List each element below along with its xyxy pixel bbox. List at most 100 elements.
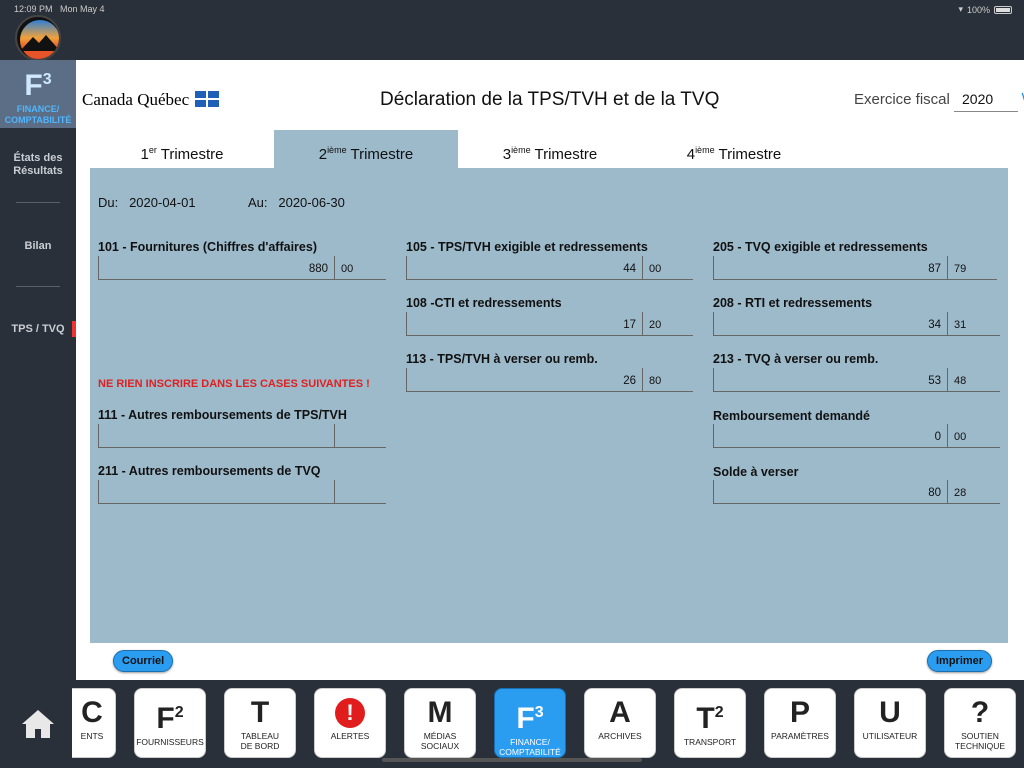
sidebar-item-tps-tvq[interactable]: TPS / TVQ — [0, 323, 76, 336]
brand-quebec: Québec — [137, 90, 190, 109]
field-108[interactable]: 17 20 — [406, 312, 693, 336]
field-105-cents[interactable]: 00 — [643, 256, 661, 275]
field-205-dollars[interactable]: 87 — [714, 256, 948, 279]
fiscal-year-value: 2020 — [962, 91, 994, 107]
wifi-icon: ▾ — [958, 4, 963, 14]
balance-due-dollars[interactable]: 80 — [714, 480, 948, 503]
field-211-cents[interactable] — [335, 480, 341, 487]
field-211-label: 211 - Autres remboursements de TVQ — [98, 464, 321, 478]
period-end: Au: 2020-06-30 — [248, 195, 345, 210]
field-101[interactable]: 880 00 — [98, 256, 386, 280]
field-111[interactable] — [98, 424, 386, 448]
period-start-value: 2020-04-01 — [129, 195, 196, 210]
dock-transport[interactable]: T2 TRANSPORT — [674, 688, 746, 758]
tab-quarter-4[interactable]: 4ième Trimestre — [642, 130, 826, 170]
balance-due-label: Solde à verser — [713, 465, 799, 479]
period-end-label: Au: — [248, 195, 268, 210]
mountain-logo-icon — [20, 20, 59, 59]
dock-utilisateur[interactable]: U UTILISATEUR — [854, 688, 926, 758]
page-title: Déclaration de la TPS/TVH et de la TVQ — [380, 89, 720, 110]
main-panel: Canada Québec Déclaration de la TPS/TVH … — [76, 60, 1024, 680]
battery-icon — [994, 5, 1012, 14]
field-105-dollars[interactable]: 44 — [407, 256, 643, 279]
sidebar: F3 FINANCE/ COMPTABILITÉ États des Résul… — [0, 60, 76, 680]
dock-archives[interactable]: A ARCHIVES — [584, 688, 656, 758]
print-button[interactable]: Imprimer — [927, 650, 993, 672]
field-101-dollars[interactable]: 880 — [99, 256, 335, 279]
sidebar-module-sup: 3 — [42, 71, 52, 88]
field-113-cents[interactable]: 80 — [643, 368, 661, 387]
sidebar-module-letter: F — [24, 69, 43, 102]
field-211-dollars[interactable] — [99, 480, 335, 503]
period-start: Du: 2020-04-01 — [98, 195, 196, 210]
field-111-cents[interactable] — [335, 424, 341, 431]
field-208-dollars[interactable]: 34 — [714, 312, 948, 335]
tab-quarter-2[interactable]: 2ième Trimestre — [274, 130, 458, 170]
dock-medias-sociaux[interactable]: M MÉDIAS SOCIAUX — [404, 688, 476, 758]
home-icon[interactable] — [20, 706, 56, 742]
field-213[interactable]: 53 48 — [713, 368, 1000, 392]
field-205[interactable]: 87 79 — [713, 256, 997, 280]
sidebar-item-etats-resultats[interactable]: États des Résultats — [0, 152, 76, 178]
balance-due-cents[interactable]: 28 — [948, 480, 966, 499]
sidebar-divider — [16, 286, 60, 287]
module-dock: C ENTS F2 FOURNISSEURS T TABLEAU DE BORD… — [0, 680, 1024, 768]
status-time: 12:09 PM — [14, 4, 53, 14]
status-right: ▾ 100% — [958, 4, 1012, 15]
email-button[interactable]: Courriel — [113, 650, 174, 672]
field-113-dollars[interactable]: 26 — [407, 368, 643, 391]
field-205-cents[interactable]: 79 — [948, 256, 966, 275]
dock-soutien-technique[interactable]: ? SOUTIEN TECHNIQUE — [944, 688, 1016, 758]
sidebar-module-header: F3 FINANCE/ COMPTABILITÉ — [0, 60, 76, 128]
dock-finance-comptabilite[interactable]: F3 FINANCE/ COMPTABILITÉ — [494, 688, 566, 758]
field-108-dollars[interactable]: 17 — [407, 312, 643, 335]
refund-requested-cents[interactable]: 00 — [948, 424, 966, 443]
refund-requested-field[interactable]: 0 00 — [713, 424, 1000, 448]
field-111-dollars[interactable] — [99, 424, 335, 447]
field-105[interactable]: 44 00 — [406, 256, 693, 280]
field-108-cents[interactable]: 20 — [643, 312, 661, 331]
fiscal-year-select[interactable]: 2020 ∨ — [954, 88, 1024, 112]
dock-tableau-de-bord[interactable]: T TABLEAU DE BORD — [224, 688, 296, 758]
chevron-down-icon: ∨ — [1020, 88, 1024, 105]
dock-clients[interactable]: C ENTS — [72, 688, 116, 758]
home-indicator — [382, 758, 642, 762]
period-end-value: 2020-06-30 — [278, 195, 345, 210]
field-211[interactable] — [98, 480, 386, 504]
government-brand: Canada Québec — [82, 90, 220, 110]
refund-requested-dollars[interactable]: 0 — [714, 424, 948, 447]
declaration-form: Du: 2020-04-01 Au: 2020-06-30 101 - Four… — [90, 168, 1008, 643]
warning-text: NE RIEN INSCRIRE DANS LES CASES SUIVANTE… — [98, 378, 370, 390]
app-logo[interactable] — [15, 15, 61, 61]
field-208-cents[interactable]: 31 — [948, 312, 966, 331]
field-208[interactable]: 34 31 — [713, 312, 1000, 336]
field-105-label: 105 - TPS/TVH exigible et redressements — [406, 240, 648, 254]
field-213-label: 213 - TVQ à verser ou remb. — [713, 352, 879, 366]
dock-alertes[interactable]: ! ALERTES — [314, 688, 386, 758]
field-213-dollars[interactable]: 53 — [714, 368, 948, 391]
balance-due-field[interactable]: 80 28 — [713, 480, 1000, 504]
field-101-cents[interactable]: 00 — [335, 256, 353, 275]
field-113-label: 113 - TPS/TVH à verser ou remb. — [406, 352, 598, 366]
sidebar-module-label: FINANCE/ COMPTABILITÉ — [4, 104, 72, 125]
period-start-label: Du: — [98, 195, 119, 210]
sidebar-item-bilan[interactable]: Bilan — [0, 240, 76, 253]
brand-canada: Canada — [82, 90, 133, 109]
battery-percent: 100% — [966, 4, 990, 15]
alert-icon: ! — [335, 698, 365, 728]
status-bar: 12:09 PM Mon May 4 ▾ 100% — [0, 0, 1024, 18]
field-205-label: 205 - TVQ exigible et redressements — [713, 240, 928, 254]
status-date: Mon May 4 — [60, 4, 105, 14]
sidebar-divider — [16, 202, 60, 203]
fiscal-year-label: Exercice fiscal — [854, 91, 950, 108]
field-108-label: 108 -CTI et redressements — [406, 296, 562, 310]
dock-fournisseurs[interactable]: F2 FOURNISSEURS — [134, 688, 206, 758]
tab-quarter-3[interactable]: 3ième Trimestre — [458, 130, 642, 170]
field-213-cents[interactable]: 48 — [948, 368, 966, 387]
field-101-label: 101 - Fournitures (Chiffres d'affaires) — [98, 240, 317, 254]
tab-quarter-1[interactable]: 1er Trimestre — [90, 130, 274, 170]
field-113[interactable]: 26 80 — [406, 368, 693, 392]
quarter-tabs: 1er Trimestre 2ième Trimestre 3ième Trim… — [90, 130, 1008, 170]
field-111-label: 111 - Autres remboursements de TPS/TVH — [98, 408, 347, 422]
dock-parametres[interactable]: P PARAMÈTRES — [764, 688, 836, 758]
